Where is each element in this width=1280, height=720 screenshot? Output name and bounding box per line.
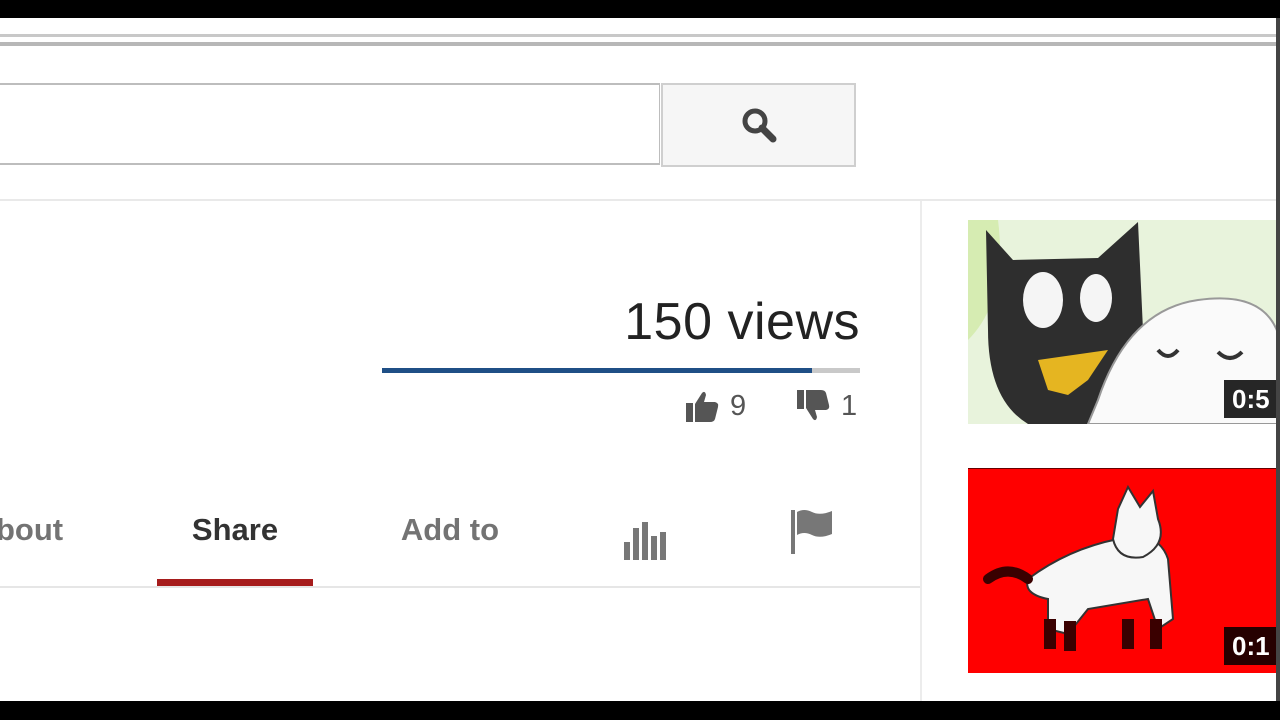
thumbs-down-icon — [797, 390, 830, 421]
search-button[interactable] — [661, 83, 856, 167]
flag-icon — [791, 510, 832, 554]
related-video-thumbnail[interactable]: 0:5 — [968, 220, 1280, 424]
sentiment-bar-likes — [382, 368, 813, 373]
video-duration: 0:5 — [1224, 380, 1280, 418]
tab-stats[interactable] — [617, 504, 675, 586]
browser-viewport: 150 views 9 1 bout Share Add to 0:5 0:1 — [0, 18, 1280, 701]
tab-about[interactable]: bout — [0, 504, 76, 586]
search-input[interactable] — [0, 83, 660, 165]
browser-toolbar-edge — [0, 42, 1280, 46]
sentiment-bar — [382, 368, 860, 373]
related-video-thumbnail[interactable]: 0:1 — [968, 468, 1280, 673]
dislike-count: 1 — [841, 389, 858, 422]
like-button[interactable]: 9 — [684, 388, 746, 424]
window-edge — [1276, 18, 1280, 701]
video-duration: 0:1 — [1224, 627, 1280, 665]
dislike-button[interactable]: 1 — [795, 388, 857, 424]
masthead-divider — [0, 199, 1280, 201]
tab-add-to[interactable]: Add to — [390, 504, 510, 586]
search-icon — [742, 108, 776, 143]
column-divider — [920, 201, 922, 701]
tab-report[interactable] — [784, 504, 840, 586]
tab-about-label: bout — [0, 512, 64, 547]
browser-toolbar-edge — [0, 34, 1280, 37]
thumbs-up-icon — [686, 391, 719, 422]
tabs-divider — [0, 586, 920, 588]
tab-add-to-label: Add to — [400, 512, 500, 547]
like-count: 9 — [730, 389, 747, 422]
stats-icon — [624, 522, 666, 560]
tab-share-label: Share — [191, 512, 279, 547]
view-count: 150 views — [624, 293, 860, 351]
action-tabs: bout Share Add to — [0, 504, 920, 586]
tab-share[interactable]: Share — [157, 504, 313, 586]
